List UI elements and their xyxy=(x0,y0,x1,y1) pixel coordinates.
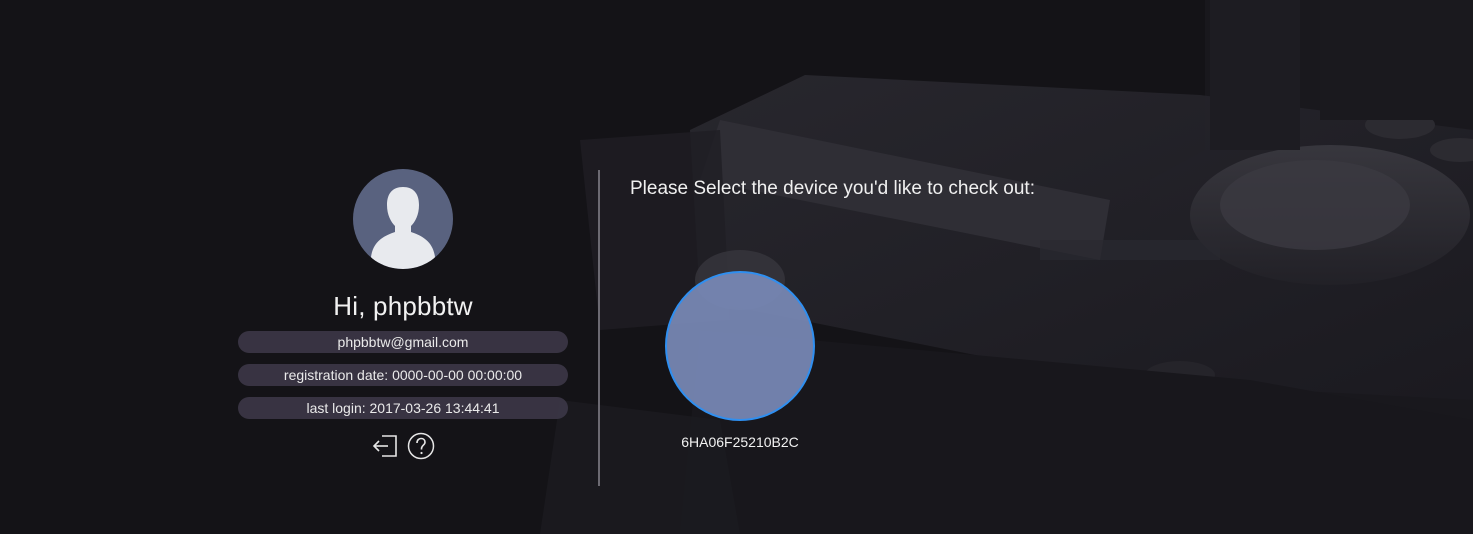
profile-actions xyxy=(371,432,435,460)
device-button[interactable] xyxy=(665,271,815,421)
background-machine-image xyxy=(0,0,1473,534)
vertical-divider xyxy=(598,170,600,486)
greeting-text: Hi, phpbbtw xyxy=(333,291,473,321)
user-silhouette-icon xyxy=(371,187,435,269)
device-select-prompt: Please Select the device you'd like to c… xyxy=(630,178,1035,199)
email-field: phpbbtw@gmail.com xyxy=(238,331,568,353)
logout-icon[interactable] xyxy=(371,432,399,460)
last-login-field: last login: 2017-03-26 13:44:41 xyxy=(238,397,568,419)
avatar xyxy=(353,169,453,269)
registration-date-field: registration date: 0000-00-00 00:00:00 xyxy=(238,364,568,386)
device-id-label: 6HA06F25210B2C xyxy=(681,434,799,450)
profile-panel: Hi, phpbbtw phpbbtw@gmail.com registrati… xyxy=(238,169,568,460)
device-item[interactable]: 6HA06F25210B2C xyxy=(665,271,815,451)
help-icon[interactable] xyxy=(407,432,435,460)
